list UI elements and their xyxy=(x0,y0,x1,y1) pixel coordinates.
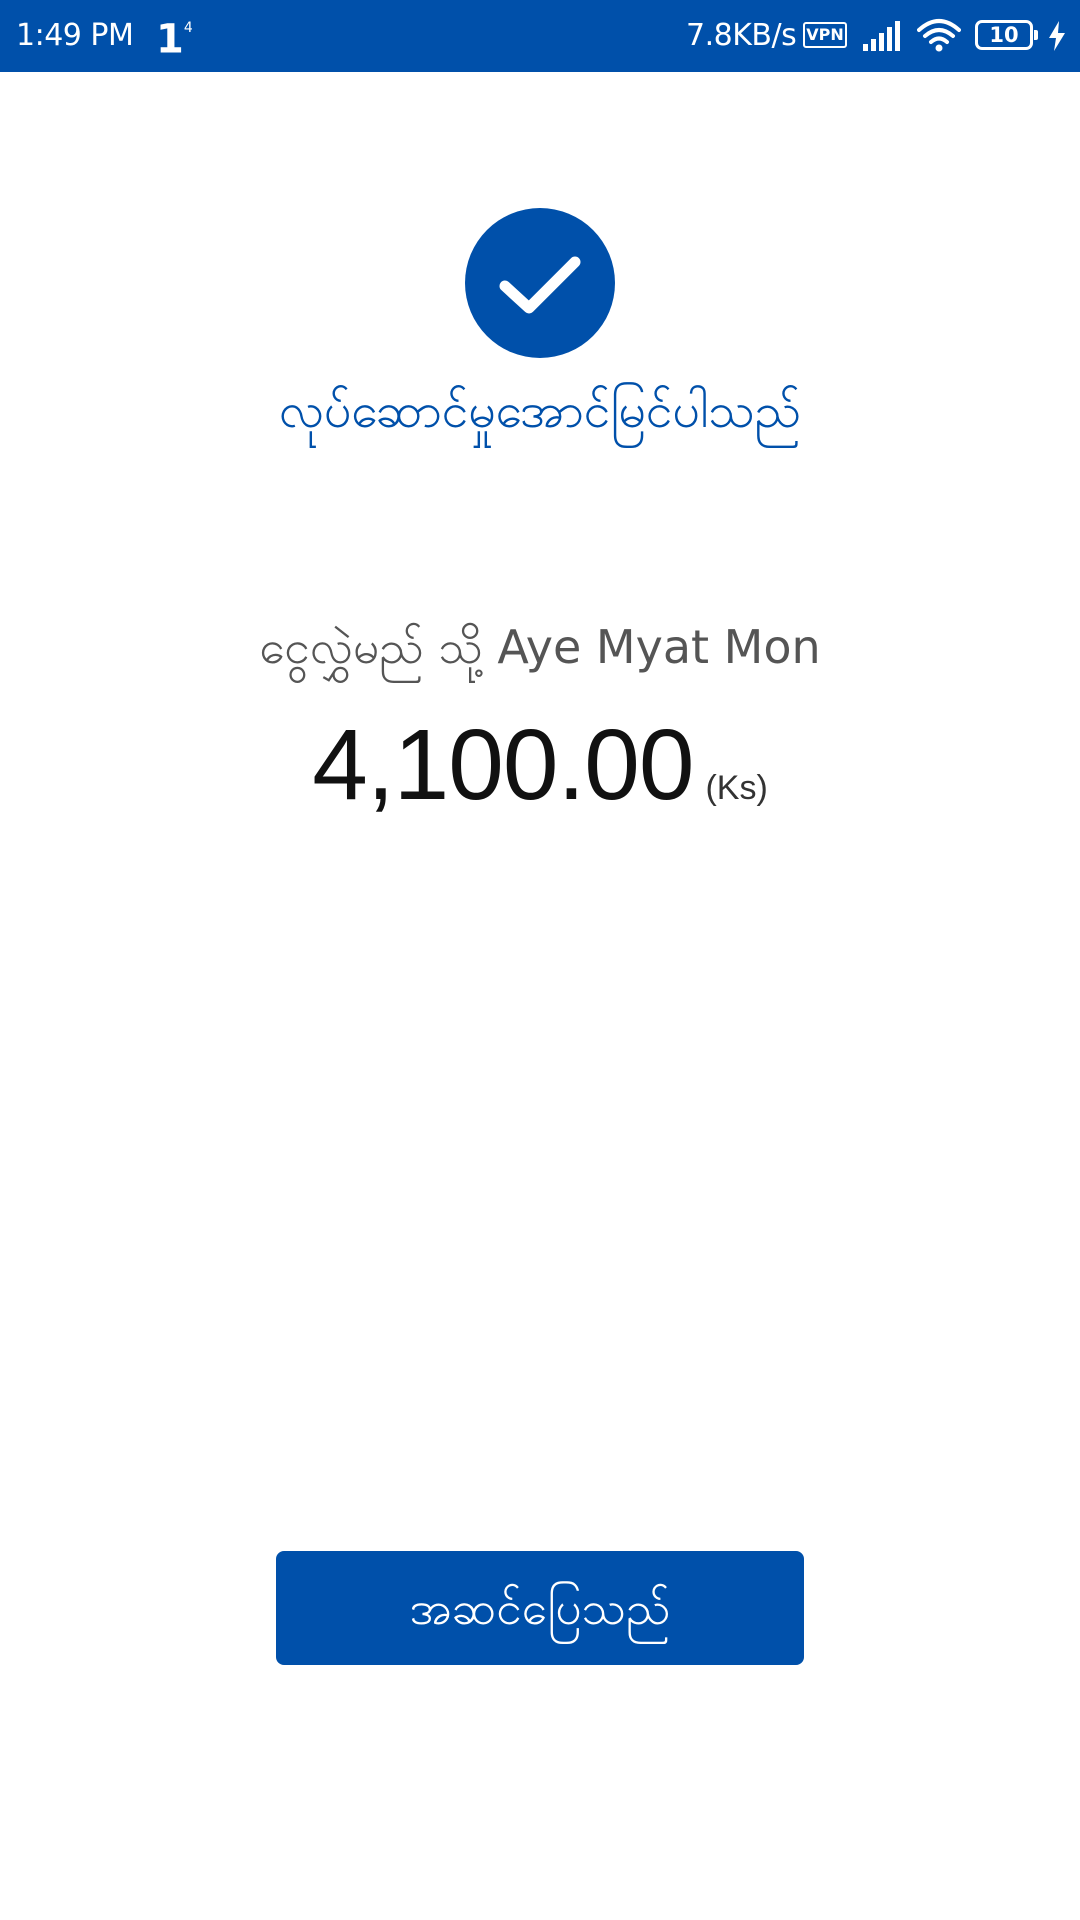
amount-currency: (Ks) xyxy=(705,769,768,807)
amount-row: 4,100.00 (Ks) xyxy=(0,710,1080,849)
check-icon xyxy=(499,256,581,314)
status-bar: 1:49 PM 14 7.8KB/s VPN 10 xyxy=(0,0,1080,72)
signal-icon xyxy=(861,20,903,60)
done-button[interactable]: အဆင်ပြေသည် xyxy=(276,1551,804,1665)
network-speed: 7.8KB/s xyxy=(686,18,797,53)
wifi-icon xyxy=(917,18,961,62)
notification-superscript: 4 xyxy=(183,20,193,36)
notification-count: 1 xyxy=(156,16,184,63)
status-time: 1:49 PM xyxy=(16,18,134,53)
success-title: လုပ်ဆောင်မှုအောင်မြင်ပါသည် xyxy=(279,383,801,439)
battery-icon: 10 xyxy=(975,20,1038,50)
recipient-text: ငွေလွှဲမည် သို့ Aye Myat Mon xyxy=(259,620,821,674)
success-badge xyxy=(465,208,615,358)
notification-indicator: 14 xyxy=(156,12,193,61)
vpn-badge: VPN xyxy=(803,22,847,48)
charging-icon xyxy=(1046,20,1068,60)
amount-value: 4,100.00 xyxy=(312,709,694,821)
